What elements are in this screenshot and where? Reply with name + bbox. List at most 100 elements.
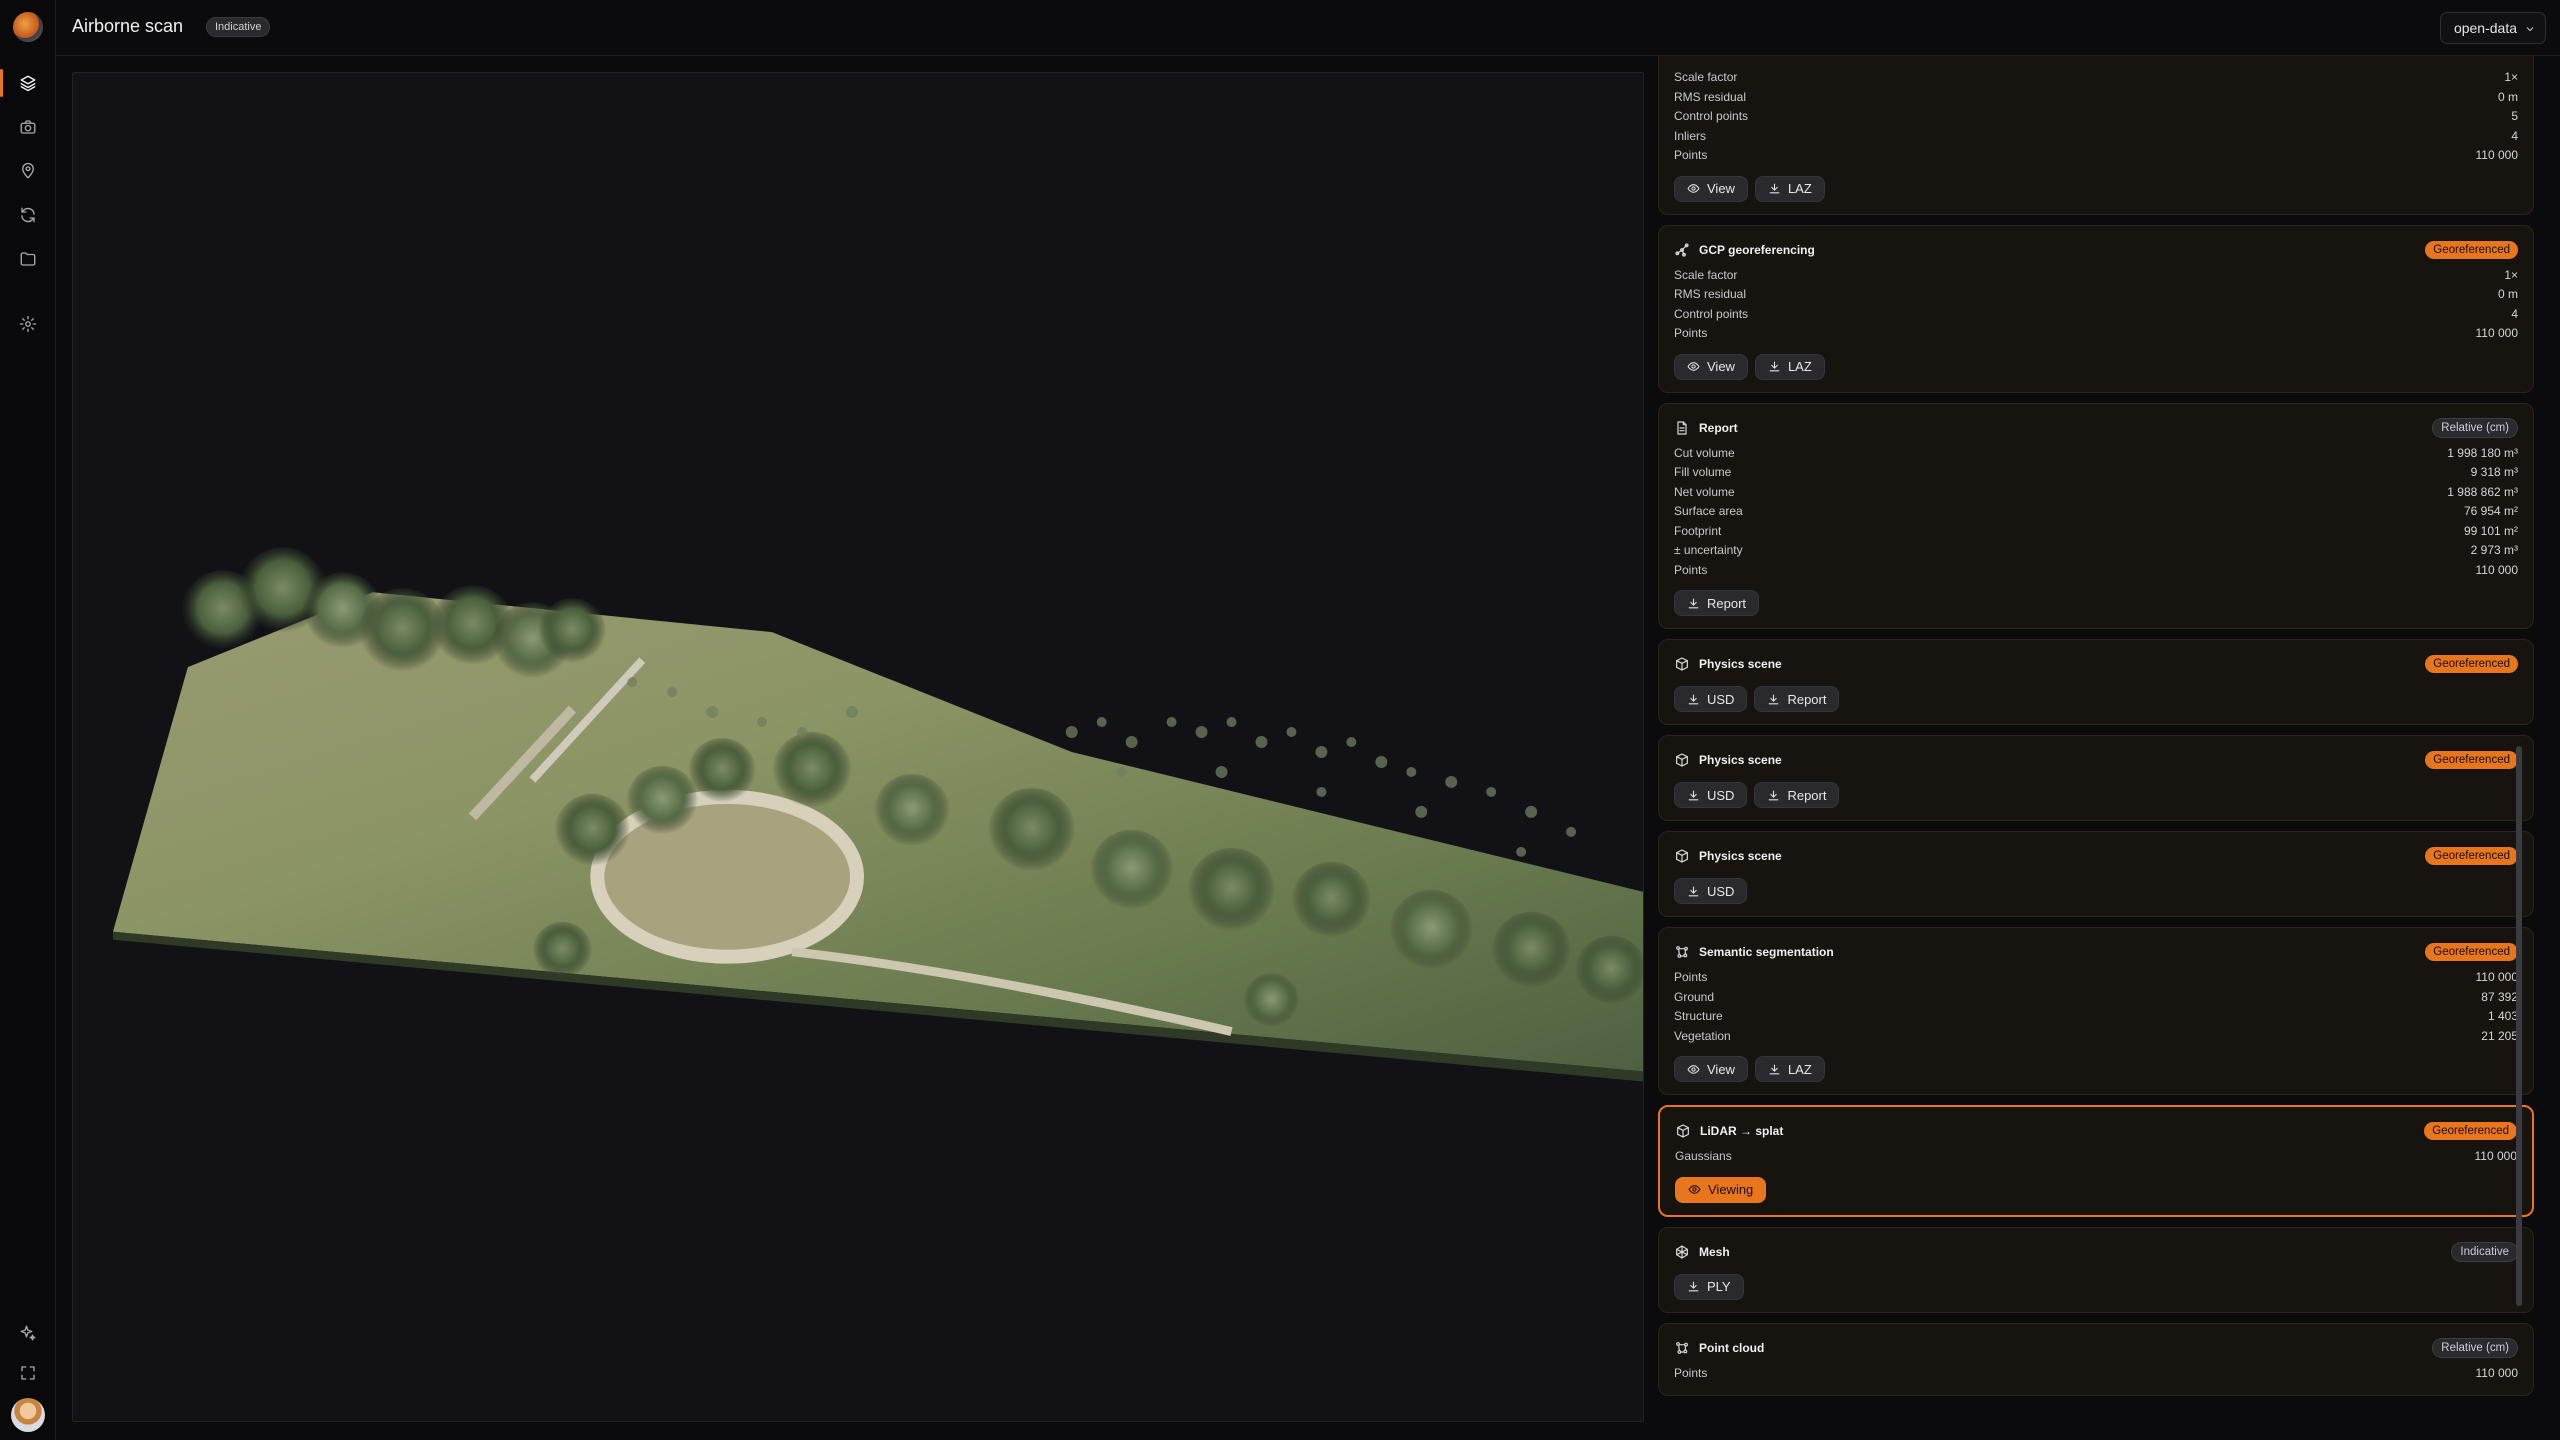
view-button[interactable]: View xyxy=(1674,175,1748,202)
stat-row: Surface area 76 954 m² xyxy=(1674,502,2518,522)
card-title: Physics scene xyxy=(1699,657,1782,671)
stat-value: 21 205 xyxy=(2481,1028,2518,1043)
output-card: LiDAR → splat Georeferenced Gaussians 11… xyxy=(1658,1105,2534,1217)
stat-label: Scale factor xyxy=(1674,267,1738,282)
stat-row: Points 110 000 xyxy=(1674,146,2518,166)
status-badge: Georeferenced xyxy=(2425,847,2518,865)
top-bar: Airborne scan Indicative open-data xyxy=(56,0,2560,56)
download-icon xyxy=(1688,1281,1699,1292)
view-button[interactable]: View xyxy=(1674,353,1748,380)
outputs-panel[interactable]: Scale factor 1× RMS residual 0 m Control… xyxy=(1658,56,2534,1440)
workspace-select[interactable]: open-data xyxy=(2439,12,2546,44)
mesh-icon xyxy=(1674,1244,1690,1260)
stat-row: Points 110 000 xyxy=(1674,1364,2518,1384)
stat-value: 87 392 xyxy=(2481,989,2518,1004)
stat-value: 1× xyxy=(2504,267,2518,282)
stat-label: Fill volume xyxy=(1674,465,1732,479)
stat-value: 5 xyxy=(2511,109,2518,123)
report-button[interactable]: Report xyxy=(1754,686,1840,712)
stat-label: Footprint xyxy=(1674,523,1722,538)
status-badge: Relative (cm) xyxy=(2432,1337,2518,1358)
viewing-button[interactable]: Viewing xyxy=(1675,1176,1767,1203)
usd-button[interactable]: USD xyxy=(1674,878,1748,904)
stat-row: ± uncertainty 2 973 m³ xyxy=(1674,541,2518,561)
stat-value: 76 954 m² xyxy=(2463,504,2518,518)
button-label: Report xyxy=(1787,787,1827,803)
laz-button[interactable]: LAZ xyxy=(1754,353,1825,380)
stat-label: RMS residual xyxy=(1674,287,1747,301)
status-badge: Georeferenced xyxy=(2425,240,2518,259)
button-label: PLY xyxy=(1707,1279,1731,1294)
stat-label: Cut volume xyxy=(1674,445,1735,460)
stat-row: Control points 4 xyxy=(1674,305,2518,325)
card-actions: USD Report xyxy=(1674,782,2518,808)
report-button[interactable]: Report xyxy=(1754,782,1840,808)
stat-value: 1× xyxy=(2504,70,2518,84)
ply-button[interactable]: PLY xyxy=(1674,1273,1744,1300)
download-icon xyxy=(1769,361,1780,372)
card-actions: Viewing xyxy=(1675,1176,2517,1203)
laz-button[interactable]: LAZ xyxy=(1754,175,1825,202)
card-title: Physics scene xyxy=(1699,753,1782,767)
point-cloud-render xyxy=(112,547,1643,1082)
status-badge: Georeferenced xyxy=(2425,655,2518,673)
button-label: View xyxy=(1707,181,1735,196)
button-label: LAZ xyxy=(1787,181,1812,196)
page-title: Airborne scan xyxy=(72,16,184,36)
3d-viewport[interactable] xyxy=(72,72,1644,1422)
download-icon xyxy=(1769,1064,1780,1074)
laz-button[interactable]: LAZ xyxy=(1754,1056,1825,1082)
stat-value: 0 m xyxy=(2497,89,2518,104)
stat-row: Footprint 99 101 m² xyxy=(1674,522,2518,542)
download-icon xyxy=(1688,790,1699,800)
stat-label: Points xyxy=(1674,970,1708,984)
settings-icon[interactable] xyxy=(0,304,56,344)
camera-icon[interactable] xyxy=(0,107,56,147)
stat-label: Vegetation xyxy=(1674,1028,1731,1043)
report-button[interactable]: Report xyxy=(1674,590,1760,616)
stat-label: RMS residual xyxy=(1674,89,1747,104)
usd-button[interactable]: USD xyxy=(1674,686,1748,712)
stat-value: 110 000 xyxy=(2475,1365,2519,1380)
stat-label: Points xyxy=(1674,148,1708,162)
folder-icon[interactable] xyxy=(0,239,56,279)
stat-row: Net volume 1 988 862 m³ xyxy=(1674,483,2518,503)
card-header: GCP georeferencing Georeferenced xyxy=(1674,238,2518,262)
stat-row: Ground 87 392 xyxy=(1674,988,2518,1008)
app-logo[interactable] xyxy=(13,12,43,42)
card-actions: USD Report xyxy=(1674,686,2518,712)
output-card: Scale factor 1× RMS residual 0 m Control… xyxy=(1658,56,2534,215)
stat-row: RMS residual 0 m xyxy=(1674,88,2518,108)
layers-icon[interactable] xyxy=(0,63,56,103)
stat-label: Scale factor xyxy=(1674,70,1738,84)
stat-value: 0 m xyxy=(2497,287,2518,301)
stat-value: 1 998 180 m³ xyxy=(2447,445,2518,460)
stat-value: 110 000 xyxy=(2475,562,2519,577)
nav-rail xyxy=(0,0,56,1440)
card-title: Mesh xyxy=(1699,1244,1730,1259)
sparkle-icon[interactable] xyxy=(0,1313,56,1353)
cube-icon xyxy=(1674,848,1690,864)
card-actions: USD xyxy=(1674,878,2518,904)
nodes-icon xyxy=(1674,944,1690,960)
stat-label: Points xyxy=(1674,1365,1708,1380)
stat-value: 110 000 xyxy=(2475,326,2519,340)
nodes-icon xyxy=(1674,1340,1690,1356)
download-icon xyxy=(1769,694,1779,704)
button-label: Viewing xyxy=(1708,1182,1754,1197)
card-header: LiDAR → splat Georeferenced xyxy=(1675,1119,2517,1143)
fullscreen-icon[interactable] xyxy=(0,1353,56,1393)
button-label: LAZ xyxy=(1787,359,1812,374)
location-pin-icon[interactable] xyxy=(0,151,56,191)
stat-row: Vegetation 21 205 xyxy=(1674,1027,2518,1047)
refresh-icon[interactable] xyxy=(0,195,56,235)
scrollbar[interactable] xyxy=(2516,746,2522,1306)
status-badge: Georeferenced xyxy=(2424,1122,2517,1140)
download-icon xyxy=(1688,694,1699,704)
button-label: USD xyxy=(1707,883,1735,899)
view-button[interactable]: View xyxy=(1674,1056,1748,1082)
avatar[interactable] xyxy=(11,1398,45,1432)
card-header: Report Relative (cm) xyxy=(1674,416,2518,440)
stat-value: 99 101 m² xyxy=(2463,523,2518,538)
usd-button[interactable]: USD xyxy=(1674,782,1748,808)
